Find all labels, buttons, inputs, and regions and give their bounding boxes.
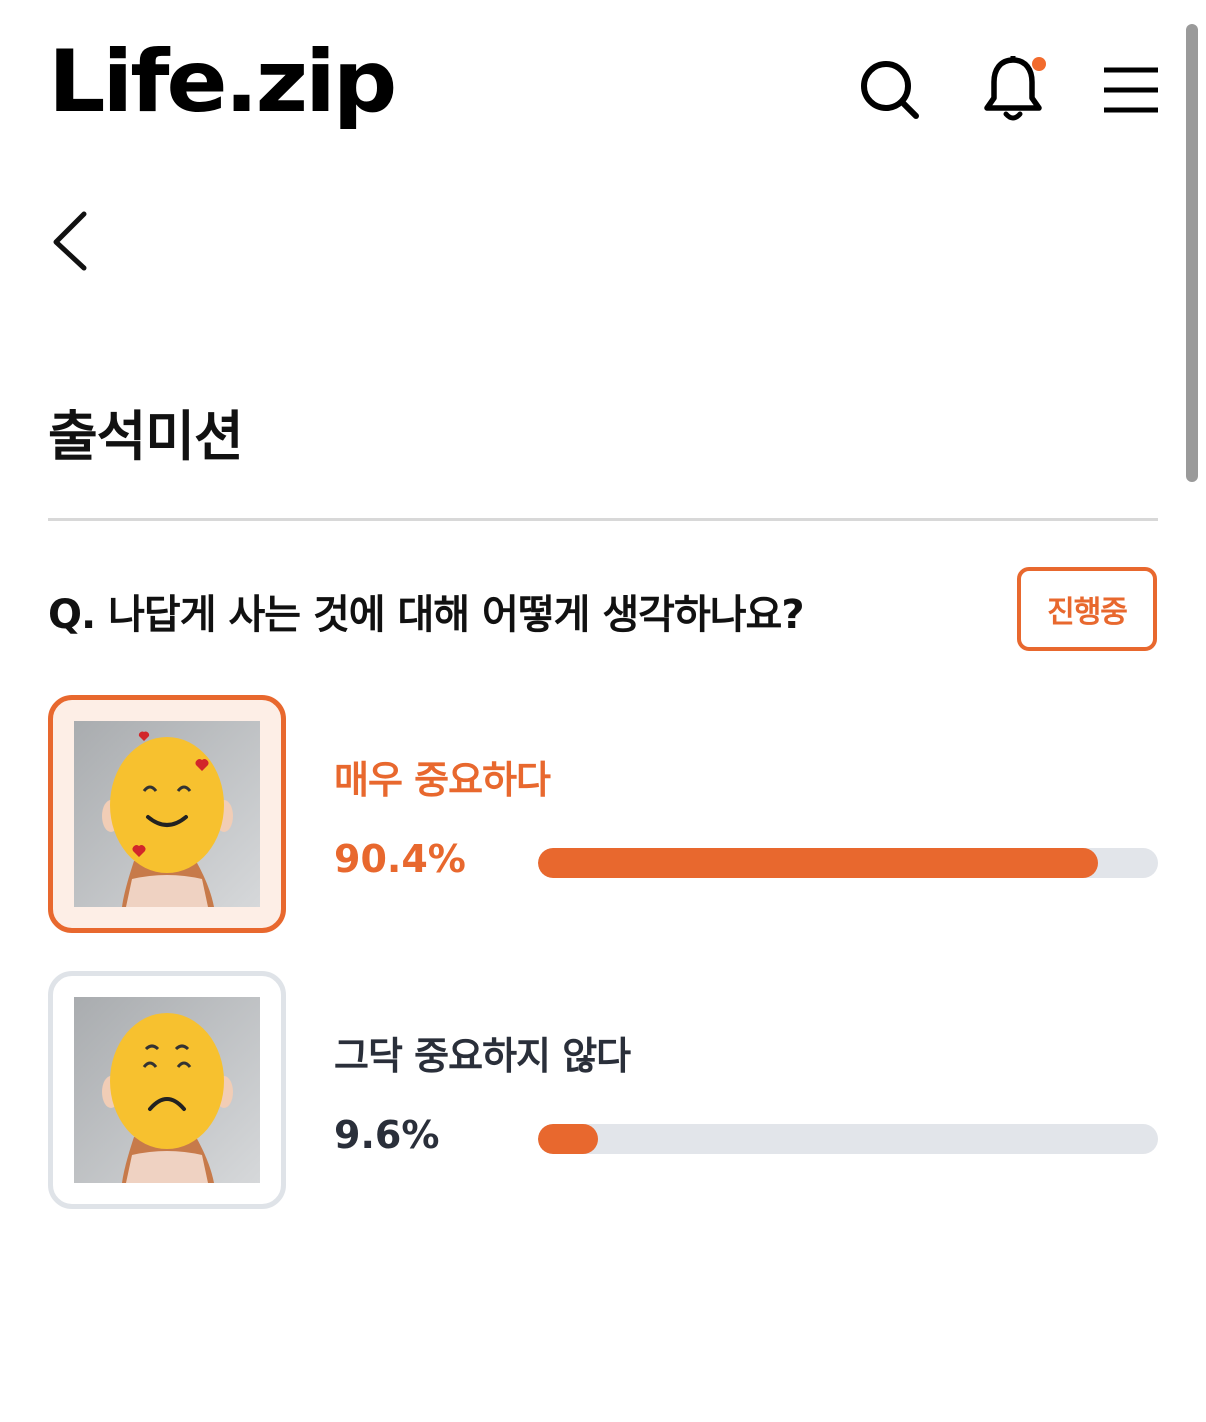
logo-text: Life.zip (48, 32, 397, 132)
hamburger-menu-icon[interactable] (1102, 64, 1162, 116)
search-icon[interactable] (858, 58, 922, 122)
progress-track (538, 848, 1158, 878)
logo[interactable]: Life.zip (48, 32, 397, 144)
sad-emoji-face-photo (74, 997, 260, 1183)
option-label: 그닥 중요하지 않다 (334, 1034, 631, 1078)
bell-icon[interactable] (982, 54, 1046, 124)
option-thumbnail[interactable] (48, 971, 286, 1209)
page-title: 출석미션 (48, 405, 244, 468)
poll-question: Q. 나답게 사는 것에 대해 어떻게 생각하나요? (48, 592, 805, 638)
progress-fill (538, 1124, 598, 1154)
poll-option-very-important[interactable]: 매우 중요하다 90.4% (48, 695, 1158, 941)
scrollbar[interactable] (1186, 24, 1198, 482)
option-percent: 9.6% (334, 1113, 440, 1157)
option-label: 매우 중요하다 (334, 758, 551, 802)
option-thumbnail[interactable] (48, 695, 286, 933)
status-badge: 진행중 (1017, 567, 1157, 651)
progress-fill (538, 848, 1099, 878)
notification-dot (1032, 57, 1046, 71)
happy-emoji-face-photo (74, 721, 260, 907)
chevron-left-icon[interactable] (44, 206, 96, 276)
progress-track (538, 1124, 1158, 1154)
divider (48, 518, 1158, 521)
option-percent: 90.4% (334, 837, 466, 881)
poll-option-not-important[interactable]: 그닥 중요하지 않다 9.6% (48, 971, 1158, 1217)
